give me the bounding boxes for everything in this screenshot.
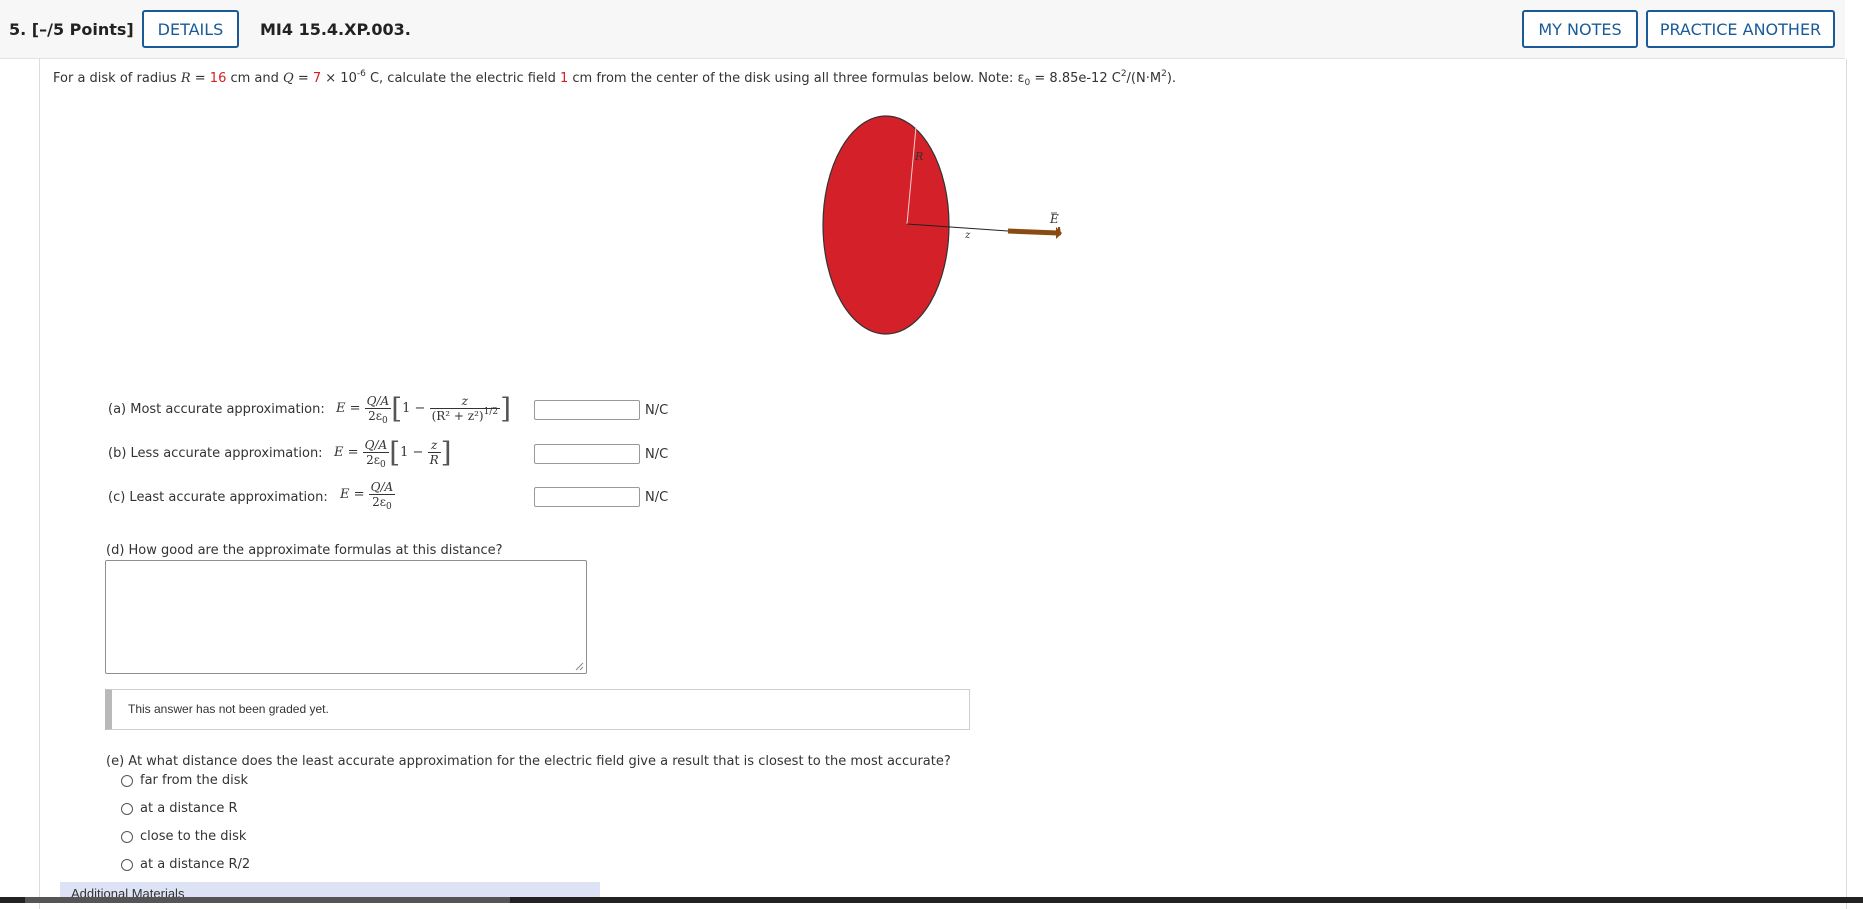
horizontal-scrollbar[interactable] [0,897,1863,903]
charged-disk [822,115,950,335]
unit-c: N/C [645,490,669,505]
points-label: [–/5 Points] [31,20,134,39]
formula-b: E = Q/A 2ε0 [1 − z R] [334,436,452,470]
answer-a-input[interactable] [534,400,640,420]
practice-another-button[interactable]: PRACTICE ANOTHER [1646,10,1835,48]
option-close-to-disk[interactable]: close to the disk [121,829,246,844]
radio-button[interactable] [121,802,133,815]
radio-button[interactable] [121,774,133,787]
option-distance-r-half[interactable]: at a distance R/2 [121,857,250,872]
radio-button[interactable] [121,858,133,871]
part-d-label: (d) How good are the approximate formula… [106,543,503,558]
formula-a: E = Q/A 2ε0 [1 − z (R² + z²)1/2] [336,392,512,426]
details-button[interactable]: DETAILS [142,10,239,48]
answer-b-input[interactable] [534,444,640,464]
answer-d-textarea[interactable] [105,560,587,674]
option-label: far from the disk [140,773,249,788]
unit-b: N/C [645,447,669,462]
answer-c-input[interactable] [534,487,640,507]
formula-c: E = Q/A 2ε0 [340,480,396,512]
option-label: at a distance R/2 [140,857,251,872]
option-distance-r[interactable]: at a distance R [121,801,238,816]
question-prompt: For a disk of radius R = 16 cm and Q = 7… [53,69,1177,88]
e-vector-label: E [1049,212,1059,226]
question-header: 5. [–/5 Points] DETAILS MI4 15.4.XP.003.… [0,0,1845,59]
option-label: at a distance R [140,801,238,816]
option-label: close to the disk [140,829,247,844]
z-label: z [964,230,971,241]
question-number: 5. [–/5 Points] [9,20,134,39]
scrollbar-thumb[interactable] [25,897,510,903]
disk-figure: R z E [822,115,1062,335]
part-b-label: (b) Less accurate approximation: [108,446,323,461]
resize-handle-icon[interactable] [574,661,584,671]
e-field-arrow [1007,228,1059,236]
radio-button[interactable] [121,830,133,843]
part-e-label: (e) At what distance does the least accu… [106,754,951,769]
grading-status-box: This answer has not been graded yet. [105,689,970,730]
my-notes-button[interactable]: MY NOTES [1522,10,1638,48]
unit-a: N/C [645,403,669,418]
question-id: MI4 15.4.XP.003. [260,20,411,39]
option-far-from-disk[interactable]: far from the disk [121,773,248,788]
part-a-label: (a) Most accurate approximation: [108,402,325,417]
part-c-label: (c) Least accurate approximation: [108,490,328,505]
radius-label: R [914,150,923,163]
grading-status-text: This answer has not been graded yet. [128,702,329,716]
